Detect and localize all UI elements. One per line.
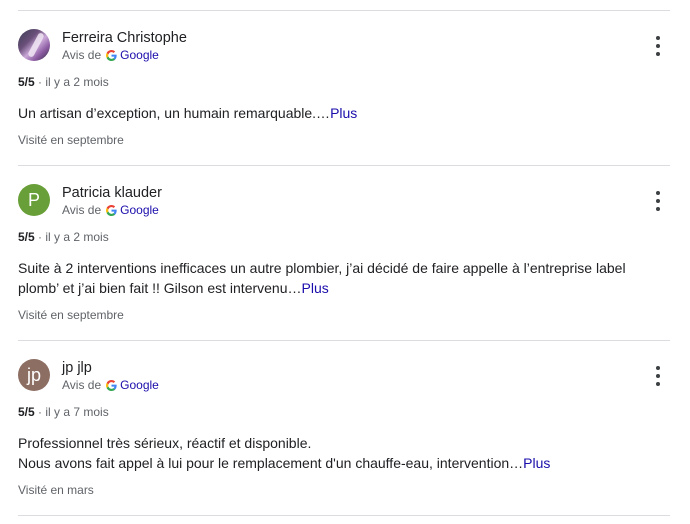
review-text-line: Professionnel très sérieux, réactif et d…	[18, 435, 312, 451]
review-meta: 5/5 · il y a 2 mois	[18, 75, 109, 89]
source-prefix: Avis de	[62, 203, 102, 217]
review-text-line: Un artisan d’exception, un humain remarq…	[18, 105, 331, 121]
review-source: Avis de Google	[62, 203, 159, 217]
review-text: Professionnel très sérieux, réactif et d…	[18, 433, 658, 473]
review-header: Ferreira Christophe Avis de Google	[18, 28, 670, 64]
visited-label: Visité en mars	[18, 483, 94, 497]
rating: 5/5	[18, 405, 35, 419]
avatar[interactable]: P	[18, 184, 50, 216]
google-g-icon	[106, 379, 117, 391]
review-date: il y a 2 mois	[45, 230, 109, 244]
review-date: il y a 2 mois	[45, 75, 109, 89]
separator: ·	[38, 405, 43, 419]
avatar-letter: jp	[26, 364, 41, 385]
visited-label: Visité en septembre	[18, 308, 124, 322]
author-name[interactable]: Ferreira Christophe	[62, 30, 187, 46]
review-text: Suite à 2 interventions inefficaces un a…	[18, 258, 658, 298]
review-card: P Patricia klauder Avis de Google 5/5 · …	[18, 166, 670, 340]
separator: ·	[38, 230, 43, 244]
review-text-line: plomb’ et j’ai bien fait !! Gilson est i…	[18, 280, 302, 296]
author-name[interactable]: jp jlp	[62, 360, 92, 376]
more-link[interactable]: Plus	[523, 455, 550, 471]
avatar[interactable]	[18, 29, 50, 61]
rating: 5/5	[18, 230, 35, 244]
separator: ·	[38, 75, 43, 89]
review-meta: 5/5 · il y a 7 mois	[18, 405, 109, 419]
source-name[interactable]: Google	[120, 203, 159, 217]
visited-label: Visité en septembre	[18, 133, 124, 147]
divider	[18, 515, 670, 516]
source-name[interactable]: Google	[120, 378, 159, 392]
more-link[interactable]: Plus	[302, 280, 329, 296]
review-source: Avis de Google	[62, 48, 159, 62]
review-meta: 5/5 · il y a 2 mois	[18, 230, 109, 244]
google-g-icon	[106, 49, 117, 61]
more-vert-icon[interactable]	[650, 366, 666, 386]
review-date: il y a 7 mois	[45, 405, 109, 419]
avatar-letter: P	[27, 189, 40, 210]
review-card: Ferreira Christophe Avis de Google 5/5 ·…	[18, 11, 670, 165]
reviews-list: Ferreira Christophe Avis de Google 5/5 ·…	[18, 10, 670, 516]
avatar[interactable]: jp	[18, 359, 50, 391]
review-text: Un artisan d’exception, un humain remarq…	[18, 103, 658, 123]
more-link[interactable]: Plus	[330, 105, 357, 121]
source-prefix: Avis de	[62, 48, 102, 62]
review-text-line: Nous avons fait appel à lui pour le remp…	[18, 455, 524, 471]
source-name[interactable]: Google	[120, 48, 159, 62]
review-text-line: Suite à 2 interventions inefficaces un a…	[18, 260, 626, 276]
more-vert-icon[interactable]	[650, 191, 666, 211]
more-vert-icon[interactable]	[650, 36, 666, 56]
author-name[interactable]: Patricia klauder	[62, 185, 162, 201]
review-header: jp jp jlp Avis de Google	[18, 358, 670, 394]
google-g-icon	[106, 204, 117, 216]
review-source: Avis de Google	[62, 378, 159, 392]
review-header: P Patricia klauder Avis de Google	[18, 183, 670, 219]
rating: 5/5	[18, 75, 35, 89]
review-card: jp jp jlp Avis de Google 5/5 · il y a 7 …	[18, 341, 670, 515]
source-prefix: Avis de	[62, 378, 102, 392]
